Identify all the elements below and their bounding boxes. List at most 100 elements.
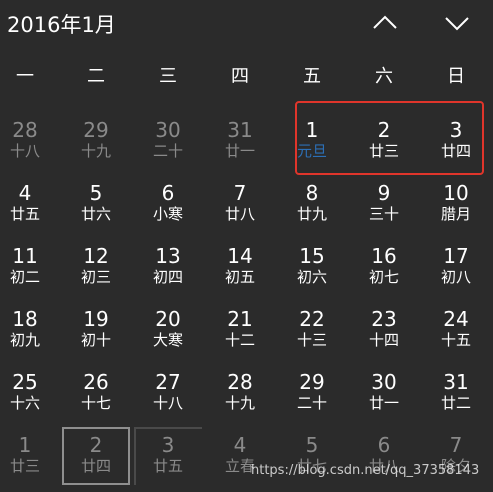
calendar-day-cell[interactable]: 11 初二 xyxy=(0,239,61,302)
day-number: 26 xyxy=(83,370,109,394)
day-number: 30 xyxy=(155,118,181,142)
calendar-day-cell[interactable]: 31 廿一 xyxy=(204,113,276,176)
calendar-day-cell[interactable]: 10 腊月 xyxy=(420,176,492,239)
calendar-day-cell[interactable]: 23 十四 xyxy=(348,302,420,365)
lunar-date-label: 廿五 xyxy=(9,205,40,223)
lunar-date-label: 廿一 xyxy=(368,394,399,412)
weekday-label: 二 xyxy=(87,66,105,87)
day-number: 11 xyxy=(12,244,38,268)
chevron-down-icon xyxy=(445,17,469,31)
day-number: 15 xyxy=(299,244,325,268)
lunar-date-label: 二十 xyxy=(152,142,183,160)
calendar-week-row: 1 廿三 2 廿四 3 廿五 4 立春 5 廿七 6 廿八 7 除夕 xyxy=(0,428,493,491)
calendar-day-cell[interactable]: 18 初九 xyxy=(0,302,61,365)
day-number: 5 xyxy=(89,181,103,205)
previous-month-button[interactable] xyxy=(370,10,400,36)
month-title[interactable]: 2016年1月 xyxy=(7,9,116,39)
weekday-label: 四 xyxy=(231,66,249,87)
calendar-day-cell[interactable]: 5 廿七 xyxy=(276,428,348,491)
calendar-day-cell[interactable]: 8 廿九 xyxy=(276,176,348,239)
calendar-day-cell[interactable]: 24 十五 xyxy=(420,302,492,365)
day-number: 19 xyxy=(83,307,109,331)
lunar-date-label: 廿九 xyxy=(296,205,327,223)
calendar-day-cell[interactable]: 19 初十 xyxy=(60,302,132,365)
chevron-up-icon xyxy=(373,15,397,29)
lunar-date-label: 二十 xyxy=(296,394,327,412)
calendar-day-cell[interactable]: 6 廿八 xyxy=(348,428,420,491)
calendar-day-cell[interactable]: 7 廿八 xyxy=(204,176,276,239)
calendar-day-cell[interactable]: 28 十八 xyxy=(0,113,61,176)
calendar-day-cell[interactable]: 26 十七 xyxy=(60,365,132,428)
day-number: 27 xyxy=(155,370,181,394)
day-number: 1 xyxy=(305,118,319,142)
lunar-date-label: 初四 xyxy=(152,268,183,286)
lunar-date-label: 初五 xyxy=(224,268,255,286)
lunar-date-label: 十五 xyxy=(440,331,471,349)
day-number: 29 xyxy=(83,118,109,142)
calendar-day-cell[interactable]: 22 十三 xyxy=(276,302,348,365)
day-number: 24 xyxy=(443,307,469,331)
calendar-day-cell[interactable]: 9 三十 xyxy=(348,176,420,239)
calendar-day-cell[interactable]: 3 廿五 xyxy=(132,428,204,491)
lunar-date-label: 廿二 xyxy=(440,394,471,412)
lunar-date-label: 廿四 xyxy=(80,457,111,475)
lunar-date-label: 十九 xyxy=(224,394,255,412)
day-number: 3 xyxy=(161,433,175,457)
day-number: 6 xyxy=(377,433,391,457)
calendar-day-cell[interactable]: 4 立春 xyxy=(204,428,276,491)
calendar-day-cell[interactable]: 1 元旦 xyxy=(276,113,348,176)
calendar-day-cell[interactable]: 1 廿三 xyxy=(0,428,61,491)
weekday-label: 五 xyxy=(303,66,321,87)
calendar-day-cell[interactable]: 2 廿三 xyxy=(348,113,420,176)
calendar-day-cell[interactable]: 13 初四 xyxy=(132,239,204,302)
calendar-day-cell[interactable]: 16 初七 xyxy=(348,239,420,302)
day-number: 31 xyxy=(443,370,469,394)
day-number: 13 xyxy=(155,244,181,268)
calendar-day-cell[interactable]: 4 廿五 xyxy=(0,176,61,239)
day-number: 22 xyxy=(299,307,325,331)
lunar-date-label: 廿四 xyxy=(440,142,471,160)
day-number: 1 xyxy=(18,433,32,457)
day-number: 4 xyxy=(18,181,32,205)
calendar-day-cell[interactable]: 15 初六 xyxy=(276,239,348,302)
next-month-button[interactable] xyxy=(442,10,472,36)
weekday-label: 日 xyxy=(447,66,465,87)
calendar-day-cell[interactable]: 30 廿一 xyxy=(348,365,420,428)
day-number: 6 xyxy=(161,181,175,205)
lunar-date-label: 廿七 xyxy=(296,457,327,475)
calendar-week-row: 25 十六 26 十七 27 十八 28 十九 29 二十 30 廿一 31 廿二 xyxy=(0,365,493,428)
lunar-date-label: 初二 xyxy=(9,268,40,286)
lunar-date-label: 十七 xyxy=(80,394,111,412)
calendar-week-row: 11 初二 12 初三 13 初四 14 初五 15 初六 16 初七 17 初八 xyxy=(0,239,493,302)
calendar-day-cell[interactable]: 20 大寒 xyxy=(132,302,204,365)
lunar-date-label: 十二 xyxy=(224,331,255,349)
calendar-day-cell[interactable]: 25 十六 xyxy=(0,365,61,428)
calendar-day-cell[interactable]: 31 廿二 xyxy=(420,365,492,428)
calendar-week-row: 18 初九 19 初十 20 大寒 21 十二 22 十三 23 十四 24 十五 xyxy=(0,302,493,365)
calendar-day-cell[interactable]: 12 初三 xyxy=(60,239,132,302)
day-number: 7 xyxy=(233,181,247,205)
day-number: 17 xyxy=(443,244,469,268)
calendar-day-cell[interactable]: 29 十九 xyxy=(60,113,132,176)
calendar-day-cell[interactable]: 30 二十 xyxy=(132,113,204,176)
calendar-flyout: 2016年1月 一 二 三 四 五 六 日 28 十八 29 十九 30 二十 31 廿一 1 元… xyxy=(0,0,493,492)
day-number: 5 xyxy=(305,433,319,457)
calendar-day-cell[interactable]: 3 廿四 xyxy=(420,113,492,176)
calendar-day-cell[interactable]: 28 十九 xyxy=(204,365,276,428)
day-number: 29 xyxy=(299,370,325,394)
calendar-day-cell[interactable]: 14 初五 xyxy=(204,239,276,302)
calendar-day-cell[interactable]: 6 小寒 xyxy=(132,176,204,239)
calendar-day-cell[interactable]: 2 廿四 xyxy=(60,428,132,491)
calendar-day-cell[interactable]: 7 除夕 xyxy=(420,428,492,491)
calendar-day-cell[interactable]: 5 廿六 xyxy=(60,176,132,239)
day-number: 31 xyxy=(227,118,253,142)
calendar-header: 2016年1月 xyxy=(0,0,493,50)
calendar-day-cell[interactable]: 29 二十 xyxy=(276,365,348,428)
calendar-day-cell[interactable]: 21 十二 xyxy=(204,302,276,365)
weekday-label: 六 xyxy=(375,66,393,87)
day-number: 20 xyxy=(155,307,181,331)
calendar-day-cell[interactable]: 17 初八 xyxy=(420,239,492,302)
lunar-date-label: 初六 xyxy=(296,268,327,286)
day-number: 14 xyxy=(227,244,253,268)
calendar-day-cell[interactable]: 27 十八 xyxy=(132,365,204,428)
